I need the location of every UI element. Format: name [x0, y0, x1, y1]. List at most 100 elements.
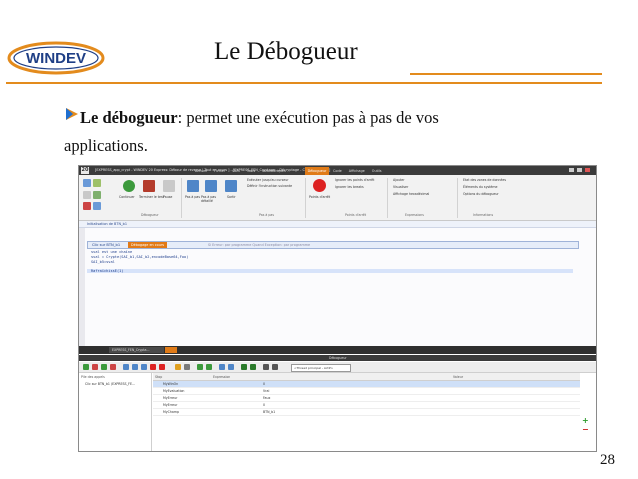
page-number: 28 — [600, 452, 615, 468]
filter-icon[interactable] — [241, 364, 247, 370]
ignore-breaks-button[interactable]: Ignorer les breaks — [335, 185, 364, 189]
settings-icon[interactable] — [263, 364, 269, 370]
watch-expression: MyErreur — [163, 396, 178, 400]
exit-button[interactable]: Sortir — [227, 195, 236, 199]
memory-zones-button[interactable]: Etat des zones de données — [463, 178, 506, 182]
pause-icon[interactable] — [163, 180, 175, 192]
close-icon[interactable] — [585, 168, 590, 172]
ignore-breakpoints-button[interactable]: Ignorer les points d'arrêt — [335, 178, 374, 182]
event-name: Clic sur BTN_b1 — [92, 243, 121, 247]
watch-row[interactable]: MyEvaluation Vrai — [153, 388, 580, 395]
watch-row[interactable]: MyErreur Faux — [153, 395, 580, 402]
bullet-bold-term: Le débogueur — [80, 108, 178, 127]
bullet-line-2: applications. — [64, 136, 148, 155]
ribbon-menu-tabs-right: Code Affichage Outils — [333, 169, 382, 173]
tab-gds[interactable]: GDS — [232, 169, 239, 173]
remove-watch-icon[interactable]: − — [582, 425, 592, 434]
code-line[interactable]: SAI_b5=sval — [91, 260, 115, 264]
run-icon[interactable] — [101, 364, 107, 370]
current-code-line[interactable]: RafraîchissE(1) — [87, 269, 573, 273]
tab-affichage[interactable]: Affichage — [349, 169, 365, 173]
tab-fichier[interactable]: Fichier — [214, 169, 225, 173]
watch-icon[interactable] — [175, 364, 181, 370]
breakpoint-icon[interactable] — [313, 179, 326, 192]
add-watch-icon[interactable]: + — [582, 416, 592, 425]
tab-outils[interactable]: Outils — [372, 169, 382, 173]
title-rule — [6, 82, 602, 84]
debug-icon[interactable] — [83, 179, 91, 187]
window-titlebar: 20 [EXPRESS_app_crypt - WINDEV 20 Expres… — [79, 166, 596, 175]
code-line[interactable]: sval = Crypte(SAI_b1,SAI_b2,encodeBase64… — [91, 255, 188, 259]
call-stack-row[interactable]: Clic sur BTN_b1 (EXPRESS_FE... — [85, 382, 135, 386]
add-expression-button[interactable]: Ajouter — [393, 178, 405, 182]
call-stack-pane: Pile des appels Clic sur BTN_b1 (EXPRESS… — [79, 373, 152, 451]
pause-button[interactable]: Pause — [163, 195, 172, 199]
system-elements-button[interactable]: Éléments du système — [463, 185, 497, 189]
continue-button[interactable]: Continuer — [119, 195, 135, 199]
tab-accueil[interactable]: Accueil — [195, 169, 207, 173]
step-into-icon[interactable] — [132, 364, 138, 370]
terminate-button[interactable]: Terminer le test — [139, 195, 164, 199]
watch-row[interactable]: MyErreur 0 — [153, 402, 580, 409]
watch-expression: MyChamp — [163, 410, 179, 414]
clear-breakpoints-icon[interactable] — [159, 364, 165, 370]
watch-col-value[interactable]: Valeur — [453, 375, 463, 379]
init-event-label[interactable]: Initialisation de BTN_b1 — [87, 222, 127, 226]
small-tool-icon-3[interactable] — [93, 202, 101, 210]
hex-display-button[interactable]: Affichage hexadécimal — [393, 192, 429, 196]
watch-col-stop[interactable]: Stop — [155, 375, 162, 379]
exec-to-cursor-button[interactable]: Exécuter jusqu'au curseur — [247, 178, 289, 182]
watch-value: Faux — [263, 396, 271, 400]
code-editor[interactable]: Clic sur BTN_b1 Débogage en cours Si Err… — [79, 228, 596, 346]
continue-icon[interactable] — [83, 364, 89, 370]
title-rule-right — [410, 73, 602, 75]
code-line[interactable]: sval est une chaîne — [91, 250, 132, 254]
step-out-icon[interactable] — [141, 364, 147, 370]
exit-icon[interactable] — [225, 180, 237, 192]
stop-icon[interactable] — [92, 364, 98, 370]
memory-icon[interactable] — [184, 364, 190, 370]
stop-icon[interactable] — [83, 202, 91, 210]
watch-row[interactable]: MyChamp BTN_b1 — [153, 409, 580, 416]
code-gutter[interactable] — [79, 228, 85, 346]
debugger-ribbon: Continuer Terminer le test Pause Débogue… — [79, 175, 596, 221]
group-label-debogueur: Débogueur — [141, 213, 159, 217]
continue-icon[interactable] — [123, 180, 135, 192]
bullet-description: : permet une exécution pas à pas de vos — [177, 108, 439, 127]
step-button[interactable]: Pas à pas — [185, 195, 200, 199]
define-next-button[interactable]: Définir l'instruction suivante — [247, 184, 292, 188]
collapse-icon[interactable] — [228, 364, 234, 370]
sort-icon[interactable] — [250, 364, 256, 370]
breakpoint-toggle-icon[interactable] — [150, 364, 156, 370]
group-label-pas-a-pas: Pas à pas — [259, 213, 275, 217]
small-tool-icon[interactable] — [83, 191, 91, 199]
debugger-toolbar: <Thread principal - Actif> — [79, 362, 596, 373]
step-icon[interactable] — [123, 364, 129, 370]
watch-col-expression[interactable]: Expression — [213, 375, 230, 379]
refresh-icon[interactable] — [206, 364, 212, 370]
options-icon[interactable] — [272, 364, 278, 370]
step-detail-button[interactable]: Pas à pas détaillé — [201, 195, 223, 203]
minimize-icon[interactable] — [569, 168, 574, 172]
tab-debogueur[interactable]: Débogueur — [305, 167, 329, 175]
terminate-icon[interactable] — [143, 180, 155, 192]
small-tool-icon-2[interactable] — [93, 191, 101, 199]
group-label-points-arret: Points d'arrêt — [345, 213, 367, 217]
window-tab[interactable]: EXPRESS_FEN_Crypta... — [109, 347, 164, 353]
go-icon[interactable] — [93, 179, 101, 187]
visualize-button[interactable]: Visualiser — [393, 185, 408, 189]
thread-select[interactable]: <Thread principal - Actif> — [291, 364, 351, 372]
tab-code[interactable]: Code — [333, 169, 342, 173]
maximize-icon[interactable] — [577, 168, 582, 172]
add-watch-icon[interactable] — [197, 364, 203, 370]
tab-tests[interactable]: Tests automatiques — [247, 169, 286, 173]
step-detail-icon[interactable] — [205, 180, 217, 192]
watch-row[interactable]: MyWinOn 0 — [153, 381, 580, 388]
breakpoint-icon[interactable] — [110, 364, 116, 370]
step-icon[interactable] — [187, 180, 199, 192]
code-tab[interactable] — [165, 347, 177, 353]
expand-icon[interactable] — [219, 364, 225, 370]
windev-version-badge: 20 — [81, 167, 89, 174]
debugger-options-button[interactable]: Options du débogueur — [463, 192, 499, 196]
breakpoint-button[interactable]: Points d'arrêt — [309, 195, 330, 199]
